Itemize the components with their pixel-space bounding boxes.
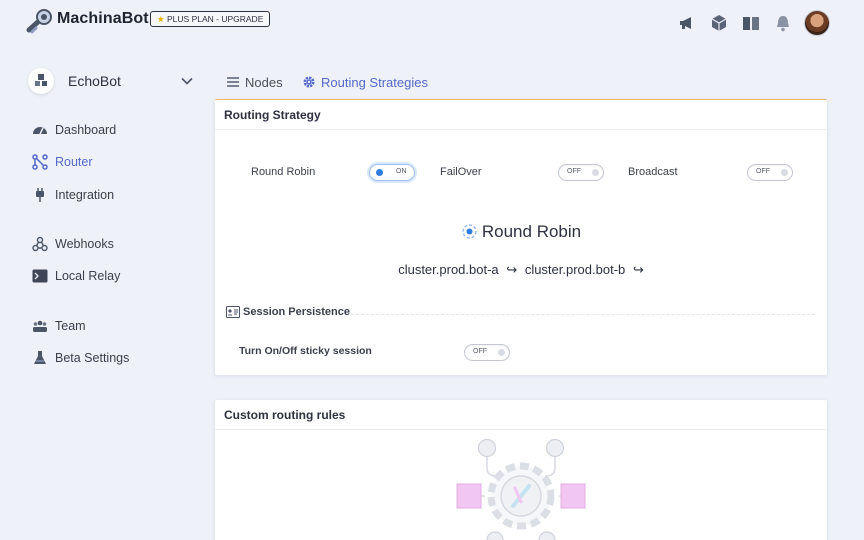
tab-nodes[interactable]: Nodes — [226, 72, 283, 92]
sidebar-item-label: Integration — [55, 188, 115, 202]
selected-strategy-name: Round Robin — [481, 222, 582, 241]
sidebar-item-label: Webhooks — [55, 237, 114, 251]
strategy-label-failover: FailOver — [440, 166, 482, 178]
toggle-state: ON — [396, 168, 407, 175]
routing-strategy-card: Routing Strategy Round Robin ON FailOver… — [215, 99, 827, 375]
strategy-label-round-robin: Round Robin — [251, 166, 316, 178]
list-icon — [227, 77, 239, 87]
divider — [215, 129, 827, 130]
sticky-session-label: Turn On/Off sticky session — [239, 345, 372, 357]
tab-label: Routing Strategies — [321, 74, 428, 90]
sidebar-item-team[interactable]: Team — [32, 314, 192, 338]
bot-name: EchoBot — [68, 73, 121, 89]
gear-icon — [303, 76, 315, 88]
section-divider — [351, 314, 815, 315]
plug-icon — [36, 188, 44, 202]
sidebar-item-router[interactable]: Router — [32, 150, 192, 174]
plan-badge-label: PLUS PLAN - UPGRADE — [167, 14, 264, 24]
megaphone-icon[interactable] — [678, 14, 696, 32]
round-robin-toggle[interactable]: ON — [369, 164, 415, 181]
sidebar-item-label: Router — [55, 155, 93, 169]
card-title: Routing Strategy — [224, 108, 321, 122]
cluster-b-label: cluster.prod.bot-b — [524, 262, 626, 277]
header-actions — [664, 10, 830, 36]
strategy-label-broadcast: Broadcast — [628, 166, 678, 178]
tab-label: Nodes — [245, 74, 283, 90]
sidebar-item-label: Beta Settings — [55, 351, 130, 365]
sidebar-item-integration[interactable]: Integration — [32, 183, 192, 207]
flask-icon — [34, 351, 46, 364]
toggle-state: OFF — [756, 168, 770, 175]
sidebar-item-label: Local Relay — [55, 269, 121, 283]
top-bar: MachinaBot ★ PLUS PLAN - UPGRADE — [0, 0, 864, 44]
cluster-a-label: cluster.prod.bot-a — [398, 262, 499, 277]
brand-name[interactable]: MachinaBot — [57, 10, 149, 28]
toggle-state: OFF — [473, 348, 487, 355]
routing-gear-illustration — [456, 438, 586, 540]
toggle-knob — [781, 169, 788, 176]
redirect-arrow-icon: ↪ — [506, 262, 518, 277]
session-persistence-heading: Session Persistence — [226, 306, 350, 318]
id-card-icon — [226, 306, 240, 318]
round-robin-icon — [462, 224, 477, 239]
toggle-state: OFF — [567, 168, 581, 175]
sidebar-item-beta-settings[interactable]: Beta Settings — [32, 346, 192, 370]
logo-icon[interactable] — [26, 8, 54, 34]
sidebar-item-dashboard[interactable]: Dashboard — [32, 118, 192, 142]
card-title: Custom routing rules — [224, 408, 346, 422]
cluster-chain: cluster.prod.bot-a ↪ cluster.prod.bot-b … — [215, 262, 827, 278]
cube-icon[interactable] — [710, 14, 728, 32]
toggle-knob — [592, 169, 599, 176]
upgrade-plan-badge[interactable]: ★ PLUS PLAN - UPGRADE — [150, 11, 271, 27]
redirect-arrow-icon: ↪ — [632, 262, 644, 277]
sidebar-item-local-relay[interactable]: Local Relay — [32, 264, 192, 288]
book-icon[interactable] — [742, 14, 760, 32]
toggle-knob — [498, 349, 505, 356]
toggle-knob — [376, 169, 383, 176]
divider — [215, 429, 827, 430]
broadcast-toggle[interactable]: OFF — [747, 164, 793, 181]
star-icon: ★ — [157, 14, 165, 24]
webhook-icon — [32, 236, 48, 252]
sidebar-item-label: Dashboard — [55, 123, 117, 137]
user-avatar[interactable] — [804, 10, 830, 36]
failover-toggle[interactable]: OFF — [558, 164, 604, 181]
selected-strategy: Round Robin — [215, 222, 827, 242]
sticky-session-toggle[interactable]: OFF — [464, 344, 510, 361]
bot-cubes-icon — [35, 74, 47, 86]
bell-icon[interactable] — [774, 14, 792, 32]
bot-avatar — [28, 68, 54, 94]
team-icon — [33, 320, 47, 332]
custom-routing-rules-card: Custom routing rules — [215, 400, 827, 540]
chevron-down-icon[interactable] — [180, 74, 194, 88]
sidebar-item-label: Team — [55, 319, 86, 333]
bot-selector[interactable]: EchoBot — [28, 66, 198, 96]
section-title: Session Persistence — [243, 306, 351, 318]
tab-routing-strategies[interactable]: Routing Strategies — [302, 72, 428, 92]
router-icon — [32, 154, 48, 170]
terminal-icon — [32, 269, 48, 283]
sidebar-item-webhooks[interactable]: Webhooks — [32, 232, 192, 256]
dashboard-icon — [33, 127, 47, 135]
